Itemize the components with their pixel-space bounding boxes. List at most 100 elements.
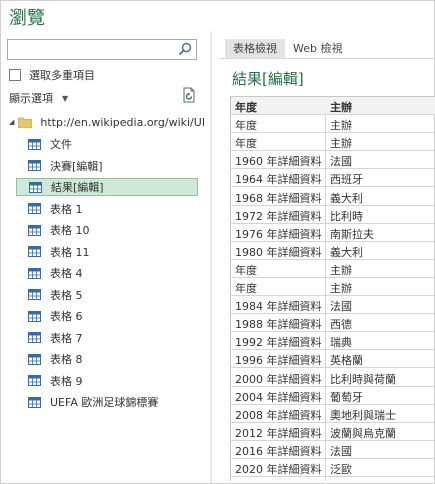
table-cell: 2004 年詳細資料 <box>235 390 322 404</box>
table-cell: 年度 <box>235 282 257 295</box>
table-cell: 法國 <box>330 444 352 458</box>
refresh-icon[interactable] <box>181 87 197 103</box>
tree-item[interactable]: 表格 5 <box>16 286 198 304</box>
table-icon <box>28 160 41 171</box>
window-title: 瀏覽 <box>9 8 45 29</box>
tree-item[interactable]: 表格 8 <box>16 350 198 368</box>
table-icon <box>28 396 41 408</box>
tab-web-view[interactable]: Web 檢視 <box>285 39 350 58</box>
table-row: 年度 主辦 <box>231 260 435 278</box>
table-row: 1992 年詳細資料 瑞典 <box>231 332 435 351</box>
pane-splitter[interactable] <box>210 31 212 483</box>
preview-title: 結果[編輯] <box>232 70 304 88</box>
caret-down-icon: ▼ <box>62 93 69 103</box>
tree-item[interactable]: 表格 10 <box>16 221 198 239</box>
tree-item-label: 結果[編輯] <box>51 181 104 194</box>
table-row: 2008 年詳細資料 奧地利與瑞士 <box>231 405 435 423</box>
table-header-row: 年度 主辦 <box>231 97 435 115</box>
table-cell: 1968 年詳細資料 <box>235 191 322 205</box>
tree-item[interactable]: 表格 4 <box>16 264 198 282</box>
table-cell: 波蘭與烏克蘭 <box>330 426 396 440</box>
tree-item[interactable]: 文件 <box>16 135 198 153</box>
select-multiple-label: 選取多重項目 <box>29 69 95 82</box>
select-multiple-checkbox[interactable]: 選取多重項目 <box>9 67 95 83</box>
table-cell: 1996 年詳細資料 <box>235 354 322 368</box>
table-cell: 義大利 <box>330 245 363 259</box>
table-icon <box>28 289 41 300</box>
tree-item[interactable]: 表格 1 <box>16 200 198 218</box>
table-row: 2000 年詳細資料 比利時與荷蘭 <box>231 369 435 387</box>
table-cell: 泛歐 <box>330 463 352 476</box>
tree-item-label: 文件 <box>50 138 72 151</box>
tree-item-label: UEFA 歐洲足球錦標賽 <box>50 396 159 409</box>
table-cell: 1972 年詳細資料 <box>235 209 322 223</box>
table-row: 2016 年詳細資料 法國 <box>231 441 435 459</box>
search-input[interactable] <box>7 39 197 60</box>
table-icon <box>28 224 41 236</box>
table-cell: 西班牙 <box>330 173 363 187</box>
table-cell: 主辦 <box>330 101 352 114</box>
table-icon <box>28 246 41 257</box>
table-cell: 1992 年詳細資料 <box>235 336 322 350</box>
table-row: 1980 年詳細資料 義大利 <box>231 242 435 260</box>
table-cell: 年度 <box>235 263 257 277</box>
table-cell: 南斯拉夫 <box>330 227 374 241</box>
tree-item-label: 表格 7 <box>50 331 83 345</box>
tree-item[interactable]: 表格 6 <box>16 307 198 325</box>
tree-item[interactable]: UEFA 歐洲足球錦標賽 <box>16 393 198 411</box>
tree-item-label: 表格 4 <box>50 267 83 280</box>
table-cell: 主辦 <box>330 282 352 295</box>
table-cell: 年度 <box>235 101 257 114</box>
table-row: 1988 年詳細資料 西德 <box>231 314 435 333</box>
table-cell: 年度 <box>235 137 257 151</box>
table-icon <box>28 375 41 386</box>
table-icon <box>28 138 41 150</box>
table-cell: 義大利 <box>330 191 363 205</box>
tree-item[interactable]: 表格 7 <box>16 329 198 347</box>
tree-item[interactable]: 決賽[編輯] <box>16 157 198 175</box>
table-icon <box>28 332 41 343</box>
navigator-window: 瀏覽 選取多重項目 顯示選項 ▼ ◢ http://en.wikipedia.o… <box>0 0 435 484</box>
search-icon[interactable] <box>178 42 192 56</box>
table-row: 1968 年詳細資料 義大利 <box>231 188 435 206</box>
tab-table-view[interactable]: 表格檢視 <box>225 39 285 58</box>
view-tabs: 表格檢視 Web 檢視 <box>225 39 350 58</box>
table-cell: 2000 年詳細資料 <box>235 372 322 386</box>
table-cell: 1964 年詳細資料 <box>235 173 322 187</box>
table-icon <box>28 310 41 322</box>
table-row: 1996 年詳細資料 英格蘭 <box>231 350 435 369</box>
tab-divider <box>219 58 435 59</box>
table-row: 1976 年詳細資料 南斯拉夫 <box>231 224 435 242</box>
checkbox-box[interactable] <box>9 69 21 81</box>
table-cell: 法國 <box>330 300 352 314</box>
table-cell: 葡萄牙 <box>330 390 363 404</box>
table-cell: 1980 年詳細資料 <box>235 245 322 259</box>
table-cell: 2020 年詳細資料 <box>235 463 322 476</box>
tree-item[interactable]: 結果[編輯] <box>16 178 198 196</box>
tree-item[interactable]: 表格 11 <box>16 243 198 261</box>
folder-icon <box>18 117 33 128</box>
display-options-label: 顯示選項 <box>9 92 53 105</box>
table-row: 年度 主辦 <box>231 115 435 134</box>
tree-item-label: 表格 6 <box>50 310 83 323</box>
table-cell: 主辦 <box>330 263 352 277</box>
table-cell: 瑞典 <box>330 336 352 350</box>
table-cell: 1984 年詳細資料 <box>235 300 322 314</box>
table-row: 1960 年詳細資料 法國 <box>231 151 435 170</box>
table-icon <box>28 203 41 214</box>
table-cell: 比利時 <box>330 209 363 223</box>
tree-item[interactable]: 表格 9 <box>16 372 198 390</box>
display-options-dropdown[interactable]: 顯示選項 ▼ <box>9 90 68 106</box>
table-row: 1972 年詳細資料 比利時 <box>231 206 435 224</box>
expand-triangle-icon[interactable]: ◢ <box>9 118 14 126</box>
table-row: 1984 年詳細資料 法國 <box>231 296 435 315</box>
table-row: 年度 主辦 <box>231 278 435 296</box>
table-row: 2012 年詳細資料 波蘭與烏克蘭 <box>231 423 435 441</box>
tree-root-node[interactable]: ◢ http://en.wikipedia.org/wiki/UE... <box>9 113 204 131</box>
table-icon <box>29 181 42 193</box>
table-cell: 2012 年詳細資料 <box>235 426 322 440</box>
tree-item-label: 決賽[編輯] <box>50 159 103 173</box>
tree-item-label: 表格 1 <box>50 202 83 216</box>
table-row: 年度 主辦 <box>231 133 435 152</box>
table-cell: 1988 年詳細資料 <box>235 318 322 332</box>
